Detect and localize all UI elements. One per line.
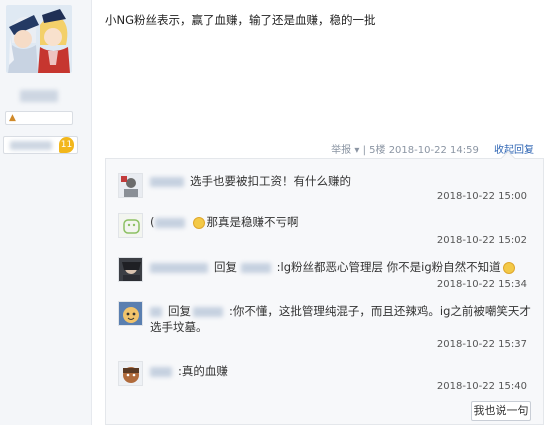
reply-text: 那真是稳赚不亏啊 [206, 215, 299, 229]
reply-timestamp: 2018-10-22 15:37 [436, 339, 527, 350]
reply-item: 选手也要被扣工资！有什么赚的 2018-10-22 15:00 [106, 169, 543, 209]
reply-avatar[interactable] [118, 257, 143, 282]
reply-username[interactable] [150, 366, 172, 377]
reply-username[interactable] [150, 262, 208, 273]
reply-text: :真的血赚 [178, 364, 228, 378]
reply-panel: 选手也要被扣工资！有什么赚的 2018-10-22 15:00 (那真是稳赚不亏… [105, 150, 544, 425]
reply-text: :你不懂，这批管理纯混子，而且还辣鸡。ig之前被嘲笑天才 [229, 304, 531, 318]
reply-avatar[interactable] [118, 173, 143, 198]
reply-avatar[interactable] [118, 301, 143, 326]
reply-item: 回复 :你不懂，这批管理纯混子，而且还辣鸡。ig之前被嘲笑天才 选手坟墓。 201… [106, 297, 543, 353]
reply-item: :真的血赚 2018-10-22 15:40 [106, 357, 543, 397]
author-avatar[interactable] [6, 5, 72, 73]
reply-timestamp: 2018-10-22 15:34 [436, 279, 527, 290]
post-content: 小NG粉丝表示，赢了血赚，输了还是血赚，稳的一批 [105, 13, 376, 27]
floor-number: 5楼 [369, 145, 386, 156]
badge-name-blurred [10, 141, 52, 150]
report-link[interactable]: 举报 ▾ [331, 141, 359, 156]
reply-avatar[interactable] [118, 213, 143, 238]
reply-text: 选手也要被扣工资！有什么赚的 [190, 174, 351, 188]
reply-timestamp: 2018-10-22 15:00 [436, 191, 527, 202]
author-sidebar: ▲ 11 [0, 0, 92, 425]
fan-badge[interactable]: 11 [3, 136, 78, 154]
post-timestamp: 2018-10-22 14:59 [388, 145, 479, 156]
reply-target-username[interactable] [240, 262, 271, 273]
reply-text-continued: 选手坟墓。 [150, 320, 208, 334]
reply-timestamp: 2018-10-22 15:40 [436, 381, 527, 392]
reply-label: 回复 [214, 260, 237, 274]
reply-body: 选手也要被扣工资！有什么赚的 [150, 173, 351, 189]
collapse-replies-link[interactable]: 收起回复 [494, 141, 534, 156]
reply-label: 回复 [168, 304, 191, 318]
reply-text: :lg粉丝都恶心管理层 你不是ig粉自然不知道 [276, 260, 501, 274]
reply-username[interactable] [150, 176, 184, 187]
smiley-emoji-icon [502, 261, 515, 274]
reply-body: 回复 :lg粉丝都恶心管理层 你不是ig粉自然不知道 [150, 259, 517, 275]
smiley-emoji-icon [192, 216, 205, 229]
reply-avatar[interactable] [118, 361, 143, 386]
reply-timestamp: 2018-10-22 15:02 [436, 235, 527, 246]
meta-separator: | [362, 145, 366, 156]
add-reply-button[interactable]: 我也说一句 [471, 401, 531, 421]
reply-body: 回复 :你不懂，这批管理纯混子，而且还辣鸡。ig之前被嘲笑天才 [150, 303, 531, 319]
chevron-down-icon: ▾ [354, 145, 360, 156]
reply-item: (那真是稳赚不亏啊 2018-10-22 15:02 [106, 209, 543, 249]
reply-body: (那真是稳赚不亏啊 [150, 215, 299, 229]
reply-username[interactable] [154, 217, 185, 228]
reply-username[interactable] [150, 306, 162, 317]
author-name-blurred[interactable] [20, 90, 58, 102]
crown-icon: ▲ [9, 113, 16, 123]
level-chip[interactable]: ▲ [5, 111, 73, 125]
reply-item: 回复 :lg粉丝都恶心管理层 你不是ig粉自然不知道 2018-10-22 15… [106, 253, 543, 293]
badge-level: 11 [59, 137, 74, 153]
reply-body: :真的血赚 [150, 363, 228, 379]
reply-target-username[interactable] [193, 306, 223, 317]
